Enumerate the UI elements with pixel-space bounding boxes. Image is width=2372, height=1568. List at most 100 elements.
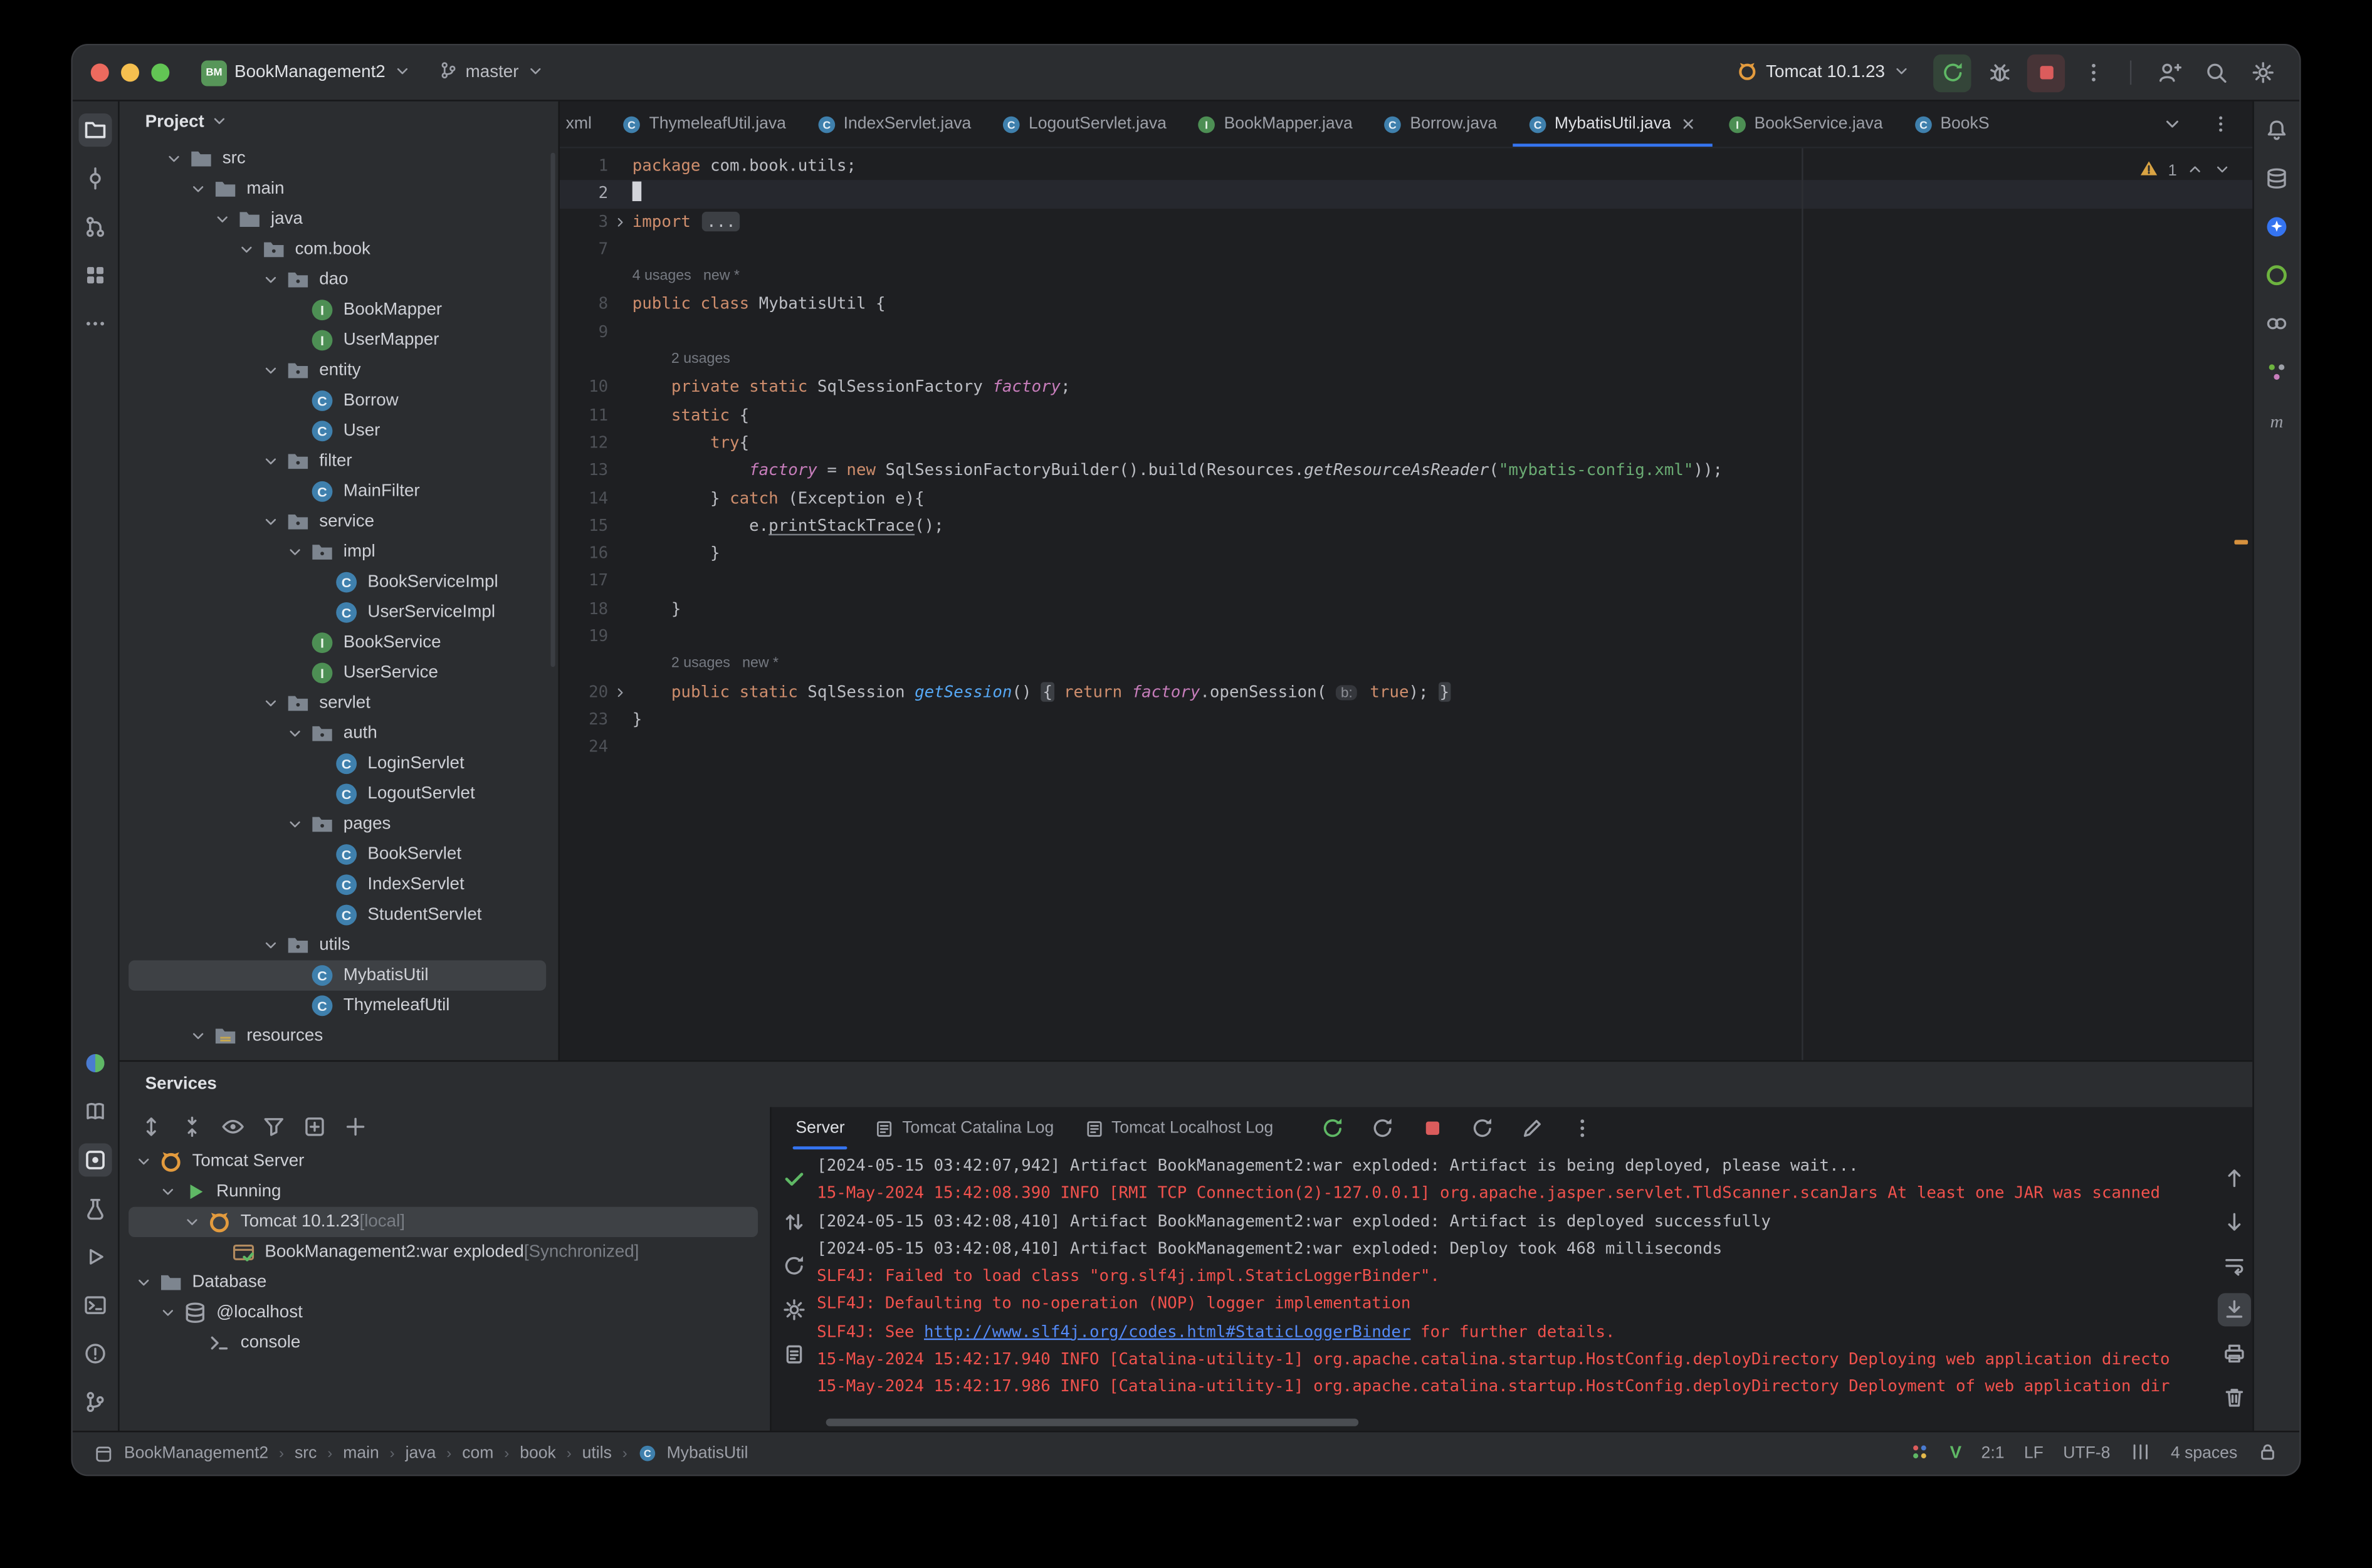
- endpoints-tool-button[interactable]: [2260, 307, 2293, 340]
- chevron-down-icon[interactable]: [183, 1213, 201, 1231]
- editor-tab-borrow-java[interactable]: C Borrow.java: [1368, 102, 1512, 147]
- run-tool-button[interactable]: [78, 1240, 112, 1273]
- update-application-button[interactable]: [1466, 1112, 1499, 1145]
- project-widget-icon[interactable]: [94, 1443, 113, 1463]
- expand-all-button[interactable]: [138, 1113, 165, 1140]
- tree-item-studentservlet[interactable]: C StudentServlet: [120, 900, 559, 930]
- maven-tool-button[interactable]: m: [2260, 404, 2293, 437]
- tree-item-pages[interactable]: pages: [120, 809, 559, 839]
- collapse-all-button[interactable]: [179, 1113, 206, 1140]
- tab-list-button[interactable]: [2204, 107, 2237, 140]
- editor-tab-bookmapper-java[interactable]: I BookMapper.java: [1182, 102, 1368, 147]
- console-link[interactable]: http://www.slf4j.org/codes.html#StaticLo…: [924, 1322, 1410, 1341]
- tests-tool-button[interactable]: [78, 1192, 112, 1225]
- branch-widget[interactable]: master: [428, 56, 555, 89]
- ideavim-widget[interactable]: V: [1950, 1445, 1962, 1463]
- code-vision-hint[interactable]: 4 usages new *: [632, 263, 740, 291]
- tree-item-java[interactable]: java: [120, 204, 559, 234]
- editor-tab-thymeleafutil-java[interactable]: C ThymeleafUtil.java: [607, 102, 801, 147]
- filter-button[interactable]: [260, 1113, 287, 1140]
- ai-assistant-tool-button[interactable]: [2260, 210, 2293, 243]
- chevron-down-icon[interactable]: [213, 210, 231, 228]
- tree-item-logoutservlet[interactable]: C LogoutServlet: [120, 779, 559, 809]
- tree-item-com-book[interactable]: com.book: [120, 234, 559, 264]
- console-output[interactable]: [2024-05-15 03:42:07,942] Artifact BookM…: [817, 1149, 2216, 1431]
- settings-button[interactable]: [2243, 54, 2281, 91]
- run-configuration-widget[interactable]: Tomcat 10.1.23: [1726, 55, 1921, 90]
- code-editor[interactable]: 1 package com.book.utils; 2 3 import ... 7 4 u…: [559, 148, 2253, 1060]
- tree-item-filter[interactable]: filter: [120, 446, 559, 476]
- project-scrollbar[interactable]: [550, 152, 555, 667]
- spring-tool-button[interactable]: [2260, 259, 2293, 292]
- tree-item-console[interactable]: console: [120, 1328, 770, 1358]
- tree-item-indexservlet[interactable]: C IndexServlet: [120, 870, 559, 900]
- plugins-tool-button[interactable]: [78, 259, 112, 292]
- tree-item-running[interactable]: Running: [120, 1177, 770, 1207]
- chevron-down-icon[interactable]: [261, 362, 280, 380]
- tree-item-bookservice[interactable]: I BookService: [120, 628, 559, 658]
- tree-item-src[interactable]: src: [120, 144, 559, 174]
- breadcrumb-item-java[interactable]: java: [406, 1445, 436, 1463]
- debug-button[interactable]: [1980, 54, 2018, 91]
- documentation-tool-button[interactable]: [78, 1095, 112, 1128]
- chevron-down-icon[interactable]: [159, 1304, 177, 1322]
- editor-tab-bookservice-java[interactable]: I BookService.java: [1712, 102, 1898, 147]
- encoding-widget[interactable]: UTF-8: [2063, 1445, 2110, 1463]
- tree-item-mybatisutil[interactable]: C MybatisUtil: [129, 960, 547, 991]
- inspections-widget[interactable]: 1: [2139, 159, 2232, 183]
- code-vision-hint[interactable]: 2 usages: [671, 347, 730, 374]
- previous-problem-icon[interactable]: [2186, 160, 2204, 178]
- notifications-button[interactable]: [2260, 113, 2293, 147]
- tree-item-database[interactable]: Database: [120, 1267, 770, 1297]
- breadcrumb-item-bookmanagement2[interactable]: BookManagement2: [124, 1445, 268, 1463]
- console-settings-icon[interactable]: [777, 1293, 811, 1326]
- project-widget[interactable]: BM BookManagement2: [191, 55, 422, 90]
- commit-tool-button[interactable]: [78, 162, 112, 195]
- tree-item-usermapper[interactable]: I UserMapper: [120, 325, 559, 355]
- tree-item-userservice[interactable]: I UserService: [120, 658, 559, 688]
- chevron-down-icon[interactable]: [286, 543, 304, 561]
- tree-item-bookmanagement2-war-exploded[interactable]: BookManagement2:war exploded [Synchroniz…: [120, 1237, 770, 1267]
- editor-tab-books[interactable]: C BookS: [1898, 102, 1990, 147]
- print-button[interactable]: [2218, 1337, 2251, 1370]
- version-control-tool-button[interactable]: [78, 1386, 112, 1419]
- tree-item-service[interactable]: service: [120, 506, 559, 536]
- soft-wrap-button[interactable]: [2218, 1249, 2251, 1282]
- code-with-me-button[interactable]: [2149, 54, 2187, 91]
- breadcrumb-item-book[interactable]: book: [520, 1445, 556, 1463]
- tree-item-tomcat-10-1-23[interactable]: Tomcat 10.1.23 [local]: [129, 1206, 758, 1238]
- chevron-down-icon[interactable]: [238, 241, 256, 259]
- line-separator-widget[interactable]: LF: [2024, 1445, 2044, 1463]
- editor-tab-logoutservlet-java[interactable]: C LogoutServlet.java: [986, 102, 1182, 147]
- rerun-server-button[interactable]: [1316, 1112, 1349, 1145]
- readonly-widget-icon[interactable]: [2257, 1441, 2279, 1466]
- scroll-to-end-button[interactable]: [2217, 1293, 2251, 1327]
- chevron-down-icon[interactable]: [210, 111, 228, 129]
- database-tool-button[interactable]: [2260, 162, 2293, 195]
- tree-item-localhost[interactable]: @localhost: [120, 1298, 770, 1328]
- tree-item-borrow[interactable]: C Borrow: [120, 385, 559, 416]
- tree-item-servlet[interactable]: servlet: [120, 688, 559, 718]
- pull-requests-tool-button[interactable]: [78, 210, 112, 243]
- caret-position-widget[interactable]: 2:1: [1981, 1445, 2005, 1463]
- editor-tab-xml[interactable]: xml: [560, 102, 607, 147]
- search-everywhere-button[interactable]: [2196, 54, 2234, 91]
- project-tool-button[interactable]: [78, 113, 112, 147]
- tree-item-entity[interactable]: entity: [120, 355, 559, 385]
- plugin-widget-icon[interactable]: [1909, 1441, 1931, 1466]
- problems-tool-button[interactable]: [78, 1337, 112, 1370]
- tree-item-thymeleafutil[interactable]: C ThymeleafUtil: [120, 991, 559, 1021]
- chevron-down-icon[interactable]: [165, 150, 183, 168]
- tree-item-tomcat-server[interactable]: Tomcat Server: [120, 1146, 770, 1176]
- console-tab-tomcat-catalina-log[interactable]: Tomcat Catalina Log: [860, 1107, 1069, 1150]
- tree-item-userserviceimpl[interactable]: C UserServiceImpl: [120, 597, 559, 627]
- chevron-down-icon[interactable]: [189, 180, 207, 198]
- services-header[interactable]: Services: [120, 1062, 2253, 1107]
- tree-item-bookservlet[interactable]: C BookServlet: [120, 839, 559, 869]
- console-tab-tomcat-localhost-log[interactable]: Tomcat Localhost Log: [1069, 1107, 1288, 1150]
- close-window-button[interactable]: [90, 63, 109, 82]
- console-more-button[interactable]: [1565, 1112, 1598, 1145]
- tree-item-dao[interactable]: dao: [120, 264, 559, 295]
- next-problem-icon[interactable]: [2213, 160, 2232, 178]
- view-options-button[interactable]: [219, 1113, 246, 1140]
